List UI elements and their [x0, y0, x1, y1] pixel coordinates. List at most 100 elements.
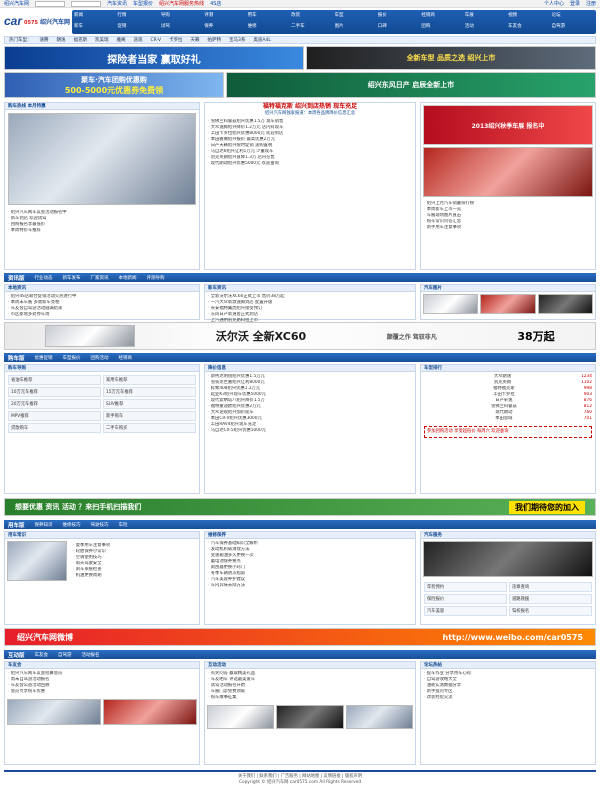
nav-item-label[interactable]: 报价 [378, 12, 420, 22]
top-search-input[interactable] [35, 0, 66, 7]
login-link[interactable]: 登录 [570, 0, 580, 7]
volvo-ad-banner[interactable]: 沃尔沃 全新XC60 颠覆之作 驾驭非凡 38万起 [4, 322, 596, 350]
service-link[interactable]: 汽车美容 [424, 606, 507, 616]
banner-ad-3[interactable]: 聚车·汽车团购优惠购 500-5000元优惠券免费领 [4, 72, 224, 98]
guide-link[interactable]: 15万元车推荐 [103, 387, 196, 397]
nav-item-label[interactable]: 行情 [117, 12, 159, 22]
top-link[interactable]: 车型报价 [133, 0, 153, 7]
guide-link[interactable]: 省油车推荐 [8, 375, 101, 385]
guide-link[interactable]: 家用车推荐 [103, 375, 196, 385]
nav-item-label[interactable]: 试驾 [161, 23, 203, 33]
guide-link[interactable]: 10万元车推荐 [8, 387, 101, 397]
nav-item-label[interactable]: 经销商 [421, 12, 463, 22]
nav-item-label[interactable]: 用车 [248, 12, 290, 22]
hot-model-link[interactable]: 朗逸 [57, 37, 66, 43]
list-item[interactable]: 购车故事征集 [208, 695, 412, 701]
guide-link[interactable]: 新手购车 [103, 411, 196, 421]
guide-link[interactable]: 二手车购买 [103, 423, 196, 433]
fun-photo[interactable] [7, 699, 101, 725]
nav-item-label[interactable]: 车型 [335, 12, 377, 22]
fun-photo[interactable] [345, 705, 413, 729]
guide-link[interactable]: SUV推荐 [103, 399, 196, 409]
list-item[interactable]: 新手用车注意事项 [424, 225, 592, 231]
service-link[interactable]: 保险报价 [424, 594, 507, 604]
nav-item-label[interactable]: 视频 [508, 12, 550, 22]
hot-model-link[interactable]: 帕萨特 [208, 37, 222, 43]
section-tab[interactable]: 团购活动 [91, 355, 109, 361]
service-link[interactable]: 违章查询 [509, 582, 592, 592]
service-link[interactable]: 道路救援 [509, 594, 592, 604]
nav-item-label[interactable]: 二手车 [291, 23, 333, 33]
register-link[interactable]: 注册 [586, 0, 596, 7]
rank-row[interactable]: 本田思域 701 [424, 416, 592, 422]
list-item[interactable]: 会员专享购车优惠 [8, 689, 196, 695]
nav-item-label[interactable]: 团购 [421, 23, 463, 33]
nav-item-label[interactable]: 车友会 [508, 23, 550, 33]
news-item[interactable]: 现代朗动绍兴优惠5000元 欢迎垂询 [208, 161, 412, 167]
list-item[interactable]: 本周特价车推荐 [8, 228, 196, 234]
qr-promo-banner[interactable]: 想要优惠 资讯 活动 ？来扫手机扫描我们 我们期待您的加入 [4, 498, 596, 516]
nav-item-label[interactable]: 论坛 [552, 12, 594, 22]
weibo-banner[interactable]: 绍兴汽车网微博 http://www.weibo.com/car0575 [4, 628, 596, 646]
nav-item-label[interactable]: 自驾游 [552, 23, 594, 33]
top-search-input-2[interactable] [71, 0, 102, 7]
section-tab[interactable]: 经销商 [119, 355, 133, 361]
hot-model-link[interactable]: 奥迪A4L [253, 37, 270, 43]
news-photo[interactable] [537, 294, 593, 314]
nav-item-label[interactable]: 车展 [465, 12, 507, 22]
hot-model-link[interactable]: 天籁 [191, 37, 200, 43]
right-top-ad[interactable]: 2013绍兴秋季车展 报名中 [423, 105, 593, 145]
group-buy-promo[interactable]: 参加团购活动 享受超低价 每周六 欢迎垂询 [424, 426, 592, 438]
news-item[interactable]: 马自达CX-5绍兴优惠5000元 [208, 428, 412, 434]
section-tab[interactable]: 行业动态 [35, 275, 53, 281]
top-link[interactable]: 4S店 [210, 0, 221, 7]
guide-link[interactable]: MPV推荐 [8, 411, 101, 421]
section-tab[interactable]: 保养知识 [35, 522, 53, 528]
section-tab[interactable]: 车友会 [35, 652, 49, 658]
news-item[interactable]: 市区新增多处停车场 [8, 312, 196, 318]
hot-model-link[interactable]: 卡罗拉 [169, 37, 183, 43]
section-tab[interactable]: 评测导购 [147, 275, 165, 281]
banner-ad-1[interactable]: 探险者当家 赢取好礼 [4, 46, 304, 70]
list-item[interactable]: 机油更换周期 [73, 573, 194, 579]
hot-model-link[interactable]: 热门车型： [9, 37, 32, 43]
news-item[interactable]: 车内异味去除方法 [208, 583, 412, 589]
section-tab[interactable]: 活动报名 [82, 652, 100, 658]
hot-model-link[interactable]: 凯美瑞 [95, 37, 109, 43]
section-tab[interactable]: 车险 [119, 522, 128, 528]
section-tab[interactable]: 厂家资讯 [91, 275, 109, 281]
nav-item-label[interactable]: 活动 [465, 23, 507, 33]
nav-item-label[interactable]: 口碑 [378, 23, 420, 33]
nav-item-label[interactable]: 评测 [204, 12, 246, 22]
hot-model-link[interactable]: 雅阁 [117, 37, 126, 43]
news-photo[interactable] [423, 294, 479, 314]
nav-item-label[interactable]: 改装 [291, 12, 333, 22]
section-tab[interactable]: 自驾游 [58, 652, 72, 658]
top-link[interactable]: 个人中心 [544, 0, 564, 7]
top-link[interactable]: 绍兴汽车网 [4, 0, 29, 7]
top-link[interactable]: 汽车资讯 [107, 0, 127, 7]
guide-link[interactable]: 贷款购车 [8, 423, 101, 433]
fun-photo[interactable] [207, 705, 275, 729]
hot-model-link[interactable]: 福克斯 [74, 37, 88, 43]
nav-item-label[interactable]: 促销 [117, 23, 159, 33]
top-link[interactable]: 绍兴汽车网服务热线 [159, 0, 204, 7]
news-photo[interactable] [480, 294, 536, 314]
nav-item-label[interactable]: 新车 [74, 23, 116, 33]
service-link[interactable]: 年检预约 [424, 582, 507, 592]
use-photo[interactable] [7, 541, 67, 581]
banner-ad-2[interactable]: 全新车型 品质之选 绍兴上市 [306, 46, 596, 70]
hot-model-link[interactable]: 速腾 [40, 37, 49, 43]
nav-item-label[interactable]: 图片 [335, 23, 377, 33]
hot-model-link[interactable]: CR-V [151, 38, 162, 43]
guide-link[interactable]: 20万元车推荐 [8, 399, 101, 409]
fun-photo[interactable] [276, 705, 344, 729]
nav-item-label[interactable]: 保养 [204, 23, 246, 33]
site-logo[interactable]: car 0575 绍兴汽车网 [4, 10, 72, 32]
section-tab[interactable]: 驾驶技巧 [91, 522, 109, 528]
hot-model-link[interactable]: 途观 [134, 37, 143, 43]
nav-item-label[interactable]: 新闻 [74, 12, 116, 22]
focus-headline[interactable]: 福特福克斯 绍兴到店热销 现车充足 [205, 103, 415, 111]
section-tab[interactable]: 车型报价 [63, 355, 81, 361]
right-top-photo[interactable] [423, 147, 593, 197]
